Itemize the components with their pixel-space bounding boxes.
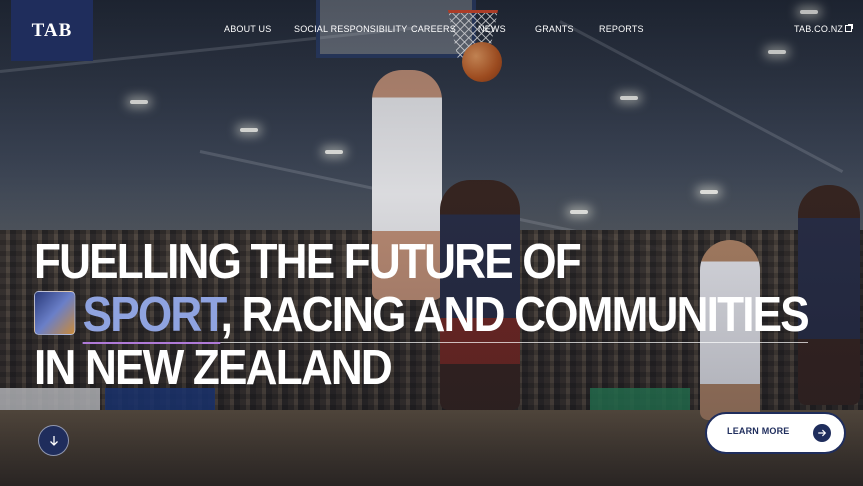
external-link-icon bbox=[845, 24, 854, 32]
nav-reports[interactable]: REPORTS bbox=[599, 24, 644, 34]
headline-line-2: SPORT, RACING AND COMMUNITIES bbox=[34, 288, 810, 344]
main-nav: ABOUT US SOCIAL RESPONSIBILITY CAREERS N… bbox=[0, 24, 863, 38]
nav-about-us[interactable]: ABOUT US bbox=[224, 24, 271, 34]
nav-tab-co-nz-link[interactable]: TAB.CO.NZ bbox=[794, 24, 854, 34]
sport-thumbnail-image bbox=[34, 291, 76, 336]
nav-careers[interactable]: CAREERS bbox=[411, 24, 456, 34]
nav-news[interactable]: NEWS bbox=[478, 24, 506, 34]
arrow-right-icon bbox=[813, 424, 831, 442]
external-link-label: TAB.CO.NZ bbox=[794, 24, 844, 34]
headline-line-2-rest: , RACING AND COMMUNITIES bbox=[220, 288, 810, 343]
headline-line-3: IN NEW ZEALAND bbox=[34, 341, 393, 395]
learn-more-button[interactable]: LEARN MORE bbox=[705, 412, 846, 454]
headline-line-1: FUELLING THE FUTURE OF bbox=[34, 235, 582, 289]
headline-highlight-sport: SPORT bbox=[82, 288, 222, 344]
hero-headline: FUELLING THE FUTURE OF SPORT, RACING AND… bbox=[34, 235, 810, 395]
arrow-down-icon bbox=[49, 435, 58, 446]
nav-social-responsibility[interactable]: SOCIAL RESPONSIBILITY bbox=[294, 24, 407, 34]
scroll-down-button[interactable] bbox=[38, 425, 69, 456]
nav-grants[interactable]: GRANTS bbox=[535, 24, 574, 34]
learn-more-label: LEARN MORE bbox=[727, 426, 790, 436]
